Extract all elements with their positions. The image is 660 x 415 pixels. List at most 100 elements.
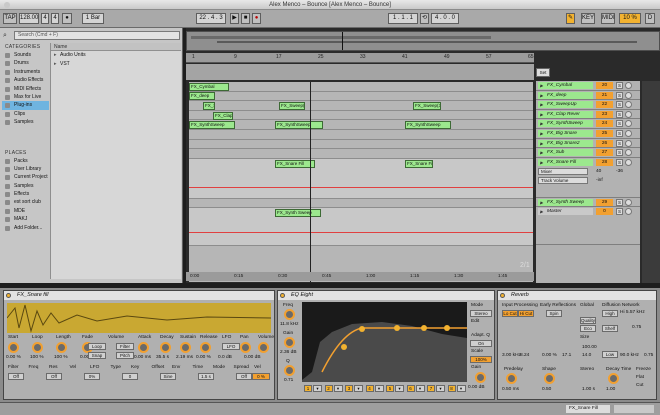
sidebar-item-drums[interactable]: Drums [2,59,49,67]
reverb-button[interactable]: Lo Cut [502,310,518,317]
simpler-button[interactable]: Loop [88,343,106,350]
eq-band-filter-select[interactable]: ▾ [456,385,466,392]
device-power-icon[interactable] [500,293,505,298]
simpler-button[interactable]: LFO [222,343,240,350]
sidebar-item-max-for-live[interactable]: Max for Live [2,93,49,101]
places-item-effects[interactable]: Effects [2,190,49,198]
track-lane[interactable] [189,120,533,130]
eq-q-knob[interactable] [284,365,295,376]
eq-scale-value[interactable]: 100% [470,356,492,363]
draw-mode-icon[interactable]: ✎ [566,13,575,24]
track-name[interactable]: FX_Big Snare [538,130,593,137]
simpler-knob[interactable] [160,342,171,353]
simpler-knob[interactable] [32,342,43,353]
sidebar-item-samples[interactable]: Samples [2,118,49,126]
automation-param-select[interactable]: Track Volume [538,176,588,184]
simpler-mod-value[interactable]: 1.5 s [198,373,214,380]
clip[interactable]: FX_Clap [213,111,233,120]
track-lane[interactable] [189,149,533,159]
simpler-knob[interactable] [8,342,19,353]
reverb-knob[interactable] [608,373,619,384]
play-icon[interactable]: ▶ [230,13,239,24]
track-lane[interactable] [189,158,533,199]
track-number[interactable]: 24 [596,120,613,128]
places-item-makj[interactable]: MAKJ [2,215,49,223]
arm-button[interactable] [625,91,632,99]
places-item-add-folder-[interactable]: Add Folder... [2,224,49,232]
clip[interactable]: FX_Cymbal [189,82,229,91]
track-header[interactable]: FX_Big Snare226S [536,138,640,149]
clip[interactable]: FX_Sweep(3) [413,102,441,110]
solo-button[interactable]: S [616,120,623,128]
track-header[interactable]: FX_Big Snare25S [536,129,640,139]
clip[interactable]: FX_Synth Sweep [275,209,321,218]
eq-band-filter-select[interactable]: ▾ [354,385,363,392]
places-item-samples[interactable]: Samples [2,182,49,190]
track-lane[interactable] [189,82,533,92]
device-power-icon[interactable] [280,293,285,298]
stop-icon[interactable]: ■ [241,13,250,24]
eq-band-filter-select[interactable]: ▾ [313,385,322,392]
solo-button[interactable]: S [616,158,623,166]
arrangement-overview[interactable] [186,31,660,51]
arm-button[interactable] [625,130,632,137]
device-power-icon[interactable] [6,293,11,298]
simpler-env-value[interactable]: 0 % [252,373,270,380]
solo-button[interactable]: S [616,82,623,89]
arm-button[interactable] [625,139,632,147]
reverb-button[interactable]: Shelf [602,325,618,332]
name-column-header[interactable]: Name [51,43,181,51]
reverb-knob[interactable] [544,373,555,384]
places-item-current-project[interactable]: Current Project [2,173,49,181]
eq-band-filter-select[interactable]: ▾ [333,385,343,392]
clip[interactable]: FX_Snare Fill [275,159,315,168]
reverb-button[interactable]: Low [602,351,618,358]
track-header[interactable]: FX_deep21S [536,90,640,101]
record-icon[interactable]: ● [252,13,261,24]
eq-band-toggle[interactable]: 1 [304,385,312,392]
key-map-button[interactable]: KEY [581,13,595,24]
clip[interactable]: FX_Sweep(2) [279,102,305,110]
track-lane[interactable] [189,101,533,111]
track-header[interactable]: FX_SweepUp22S [536,100,640,110]
track-number[interactable]: 22 [596,101,613,109]
track-number[interactable]: 21 [596,91,613,99]
sidebar-item-audio-effects[interactable]: Audio Effects [2,76,49,84]
simpler-mod-value[interactable]: Off [8,373,24,380]
sidebar-item-instruments[interactable]: Instruments [2,68,49,76]
simpler-mod-value[interactable]: Off [46,373,62,380]
signature-numerator[interactable]: 4 [41,13,49,24]
solo-button[interactable]: S [616,198,623,206]
track-number[interactable]: 20 [596,82,613,89]
eq-band-toggle[interactable]: 4 [365,385,374,392]
track-name[interactable]: FX_deep [538,91,593,99]
metronome-icon[interactable]: ● [62,13,72,24]
eq-band-filter-select[interactable]: ▾ [415,385,425,392]
automation-line[interactable] [189,232,533,234]
automation-line[interactable] [189,186,533,188]
arm-button[interactable] [625,208,632,216]
simpler-knob[interactable] [200,342,211,353]
eq-output-gain-knob[interactable] [475,372,486,383]
eq-band-toggle[interactable]: 8 [447,385,456,392]
track-name[interactable]: FX_Big Snare2 [538,139,593,147]
search-input[interactable]: Search (Cmd + F) [14,31,180,40]
track-number[interactable]: 23 [596,110,613,118]
track-lane[interactable] [189,208,533,247]
track-number[interactable]: 0 [596,208,613,216]
arm-button[interactable] [625,120,632,128]
arm-button[interactable] [625,82,632,89]
track-lane[interactable] [189,140,533,150]
simpler-knob[interactable] [138,342,149,353]
simpler-knob[interactable] [258,342,269,353]
eq-eight-device[interactable]: EQ Eight Freq 11.8 kHz Gain 2.36 dB Q 0.… [277,290,495,400]
track-name[interactable]: FX_Snare Fill [538,158,593,166]
simpler-device[interactable]: FX_Snare fill Start Loop Length Fade Volume A… [3,290,275,400]
track-number[interactable]: 28 [596,158,613,166]
arm-button[interactable] [625,110,632,118]
simpler-button[interactable]: Filter [116,343,134,350]
track-header[interactable]: FX_Sub27S [536,148,640,158]
arm-button[interactable] [625,198,632,206]
reverb-button[interactable]: Hi Cut [518,310,534,317]
eq-freq-knob[interactable] [284,309,295,320]
